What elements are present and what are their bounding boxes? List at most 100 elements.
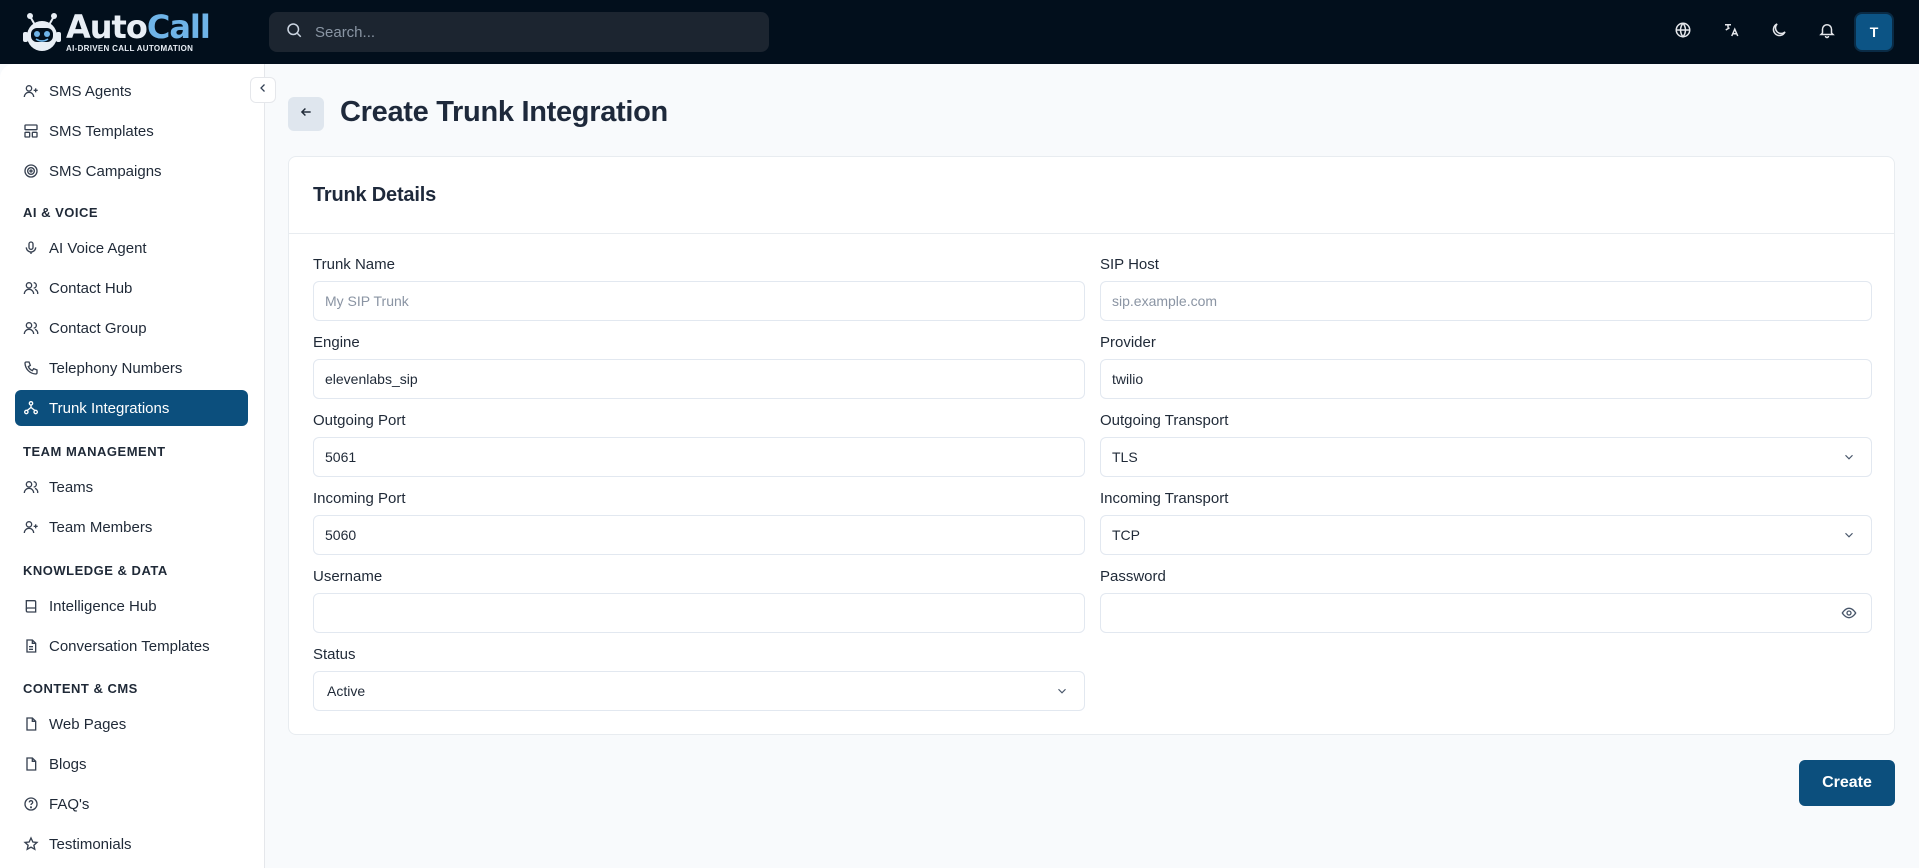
translate-icon [1722, 21, 1740, 44]
sidebar-item-sms-campaigns[interactable]: SMS Campaigns [15, 153, 248, 189]
sidebar-item-label: SMS Agents [49, 82, 132, 100]
sidebar-item-conversation-templates[interactable]: Conversation Templates [15, 628, 248, 664]
sidebar-item-label: Team Members [49, 518, 153, 536]
users-icon [22, 478, 40, 496]
star-icon [22, 835, 40, 853]
user-plus-icon [22, 518, 40, 536]
brand-tagline: AI-DRIVEN CALL AUTOMATION [66, 44, 194, 53]
trunk-name-label: Trunk Name [313, 256, 395, 273]
sidebar-item-contact-hub[interactable]: Contact Hub [15, 270, 248, 306]
sip-host-input[interactable] [1112, 293, 1857, 309]
brand-name: AutoCall [66, 8, 211, 46]
incoming-transport-value: TCP [1112, 527, 1140, 543]
sidebar-item-intelligence-hub[interactable]: Intelligence Hub [15, 588, 248, 624]
sidebar-item-label: Contact Group [49, 319, 147, 337]
engine-label: Engine [313, 334, 360, 351]
notifications-button[interactable] [1803, 8, 1851, 56]
user-plus-icon [22, 82, 40, 100]
incoming-transport-select[interactable]: TCP [1100, 515, 1872, 555]
network-icon [22, 399, 40, 417]
layout-icon [22, 122, 40, 140]
status-label: Status [313, 646, 356, 663]
provider-label: Provider [1100, 334, 1156, 351]
sidebar-item-contact-group[interactable]: Contact Group [15, 310, 248, 346]
password-input[interactable] [1112, 605, 1841, 621]
translate-button[interactable] [1707, 8, 1755, 56]
incoming-transport-label: Incoming Transport [1100, 490, 1229, 507]
sip-host-label: SIP Host [1100, 256, 1159, 273]
book-icon [22, 597, 40, 615]
sidebar-item-label: Testimonials [49, 835, 132, 853]
outgoing-transport-select[interactable]: TLS [1100, 437, 1872, 477]
password-field[interactable] [1100, 593, 1872, 633]
password-label: Password [1100, 568, 1166, 585]
file-icon [22, 715, 40, 733]
trunk-name-field[interactable] [313, 281, 1085, 321]
users-icon [22, 319, 40, 337]
page-title: Create Trunk Integration [340, 96, 668, 128]
moon-icon [1770, 21, 1788, 44]
chevron-down-icon [1054, 683, 1070, 699]
sidebar-item-telephony-numbers[interactable]: Telephony Numbers [15, 350, 248, 386]
sidebar-item-ai-voice-agent[interactable]: AI Voice Agent [15, 230, 248, 266]
card-title: Trunk Details [313, 184, 436, 206]
create-button[interactable]: Create [1799, 760, 1895, 806]
incoming-port-label: Incoming Port [313, 490, 406, 507]
incoming-port-value: 5060 [325, 527, 357, 543]
sidebar-item-label: Web Pages [49, 715, 127, 733]
card-header: Trunk Details [289, 157, 1894, 234]
sidebar-item-label: Blogs [49, 755, 87, 773]
globe-icon [1674, 21, 1692, 44]
status-select[interactable]: Active [313, 671, 1085, 711]
theme-toggle-button[interactable] [1755, 8, 1803, 56]
phone-icon [22, 359, 40, 377]
sidebar-item-blogs[interactable]: Blogs [15, 746, 248, 782]
sidebar-collapse-button[interactable] [250, 77, 276, 103]
back-button[interactable] [288, 97, 324, 131]
mic-icon [22, 239, 40, 257]
sidebar-item-team-members[interactable]: Team Members [15, 509, 248, 545]
eye-icon[interactable] [1841, 605, 1857, 621]
sidebar-item-label: SMS Campaigns [49, 162, 162, 180]
sidebar-item-testimonials[interactable]: Testimonials [15, 826, 248, 862]
sidebar-section-title: AI & VOICE [23, 205, 99, 220]
sidebar-section-title: KNOWLEDGE & DATA [23, 563, 168, 578]
sidebar-item-label: Contact Hub [49, 279, 133, 297]
sidebar-item-teams[interactable]: Teams [15, 469, 248, 505]
engine-field[interactable]: elevenlabs_sip [313, 359, 1085, 399]
sidebar-item-sms-agents[interactable]: SMS Agents [15, 73, 248, 109]
sip-host-field[interactable] [1100, 281, 1872, 321]
bell-icon [1818, 21, 1836, 44]
search-input[interactable] [315, 23, 755, 41]
chevron-down-icon [1841, 449, 1857, 465]
sidebar-item-faqs[interactable]: FAQ's [15, 786, 248, 822]
status-value: Active [327, 683, 366, 699]
outgoing-transport-label: Outgoing Transport [1100, 412, 1229, 429]
top-bar: AutoCall AI-DRIVEN CALL AUTOMATION T [0, 0, 1919, 64]
search-bar[interactable] [269, 12, 769, 52]
outgoing-transport-value: TLS [1112, 449, 1138, 465]
outgoing-port-label: Outgoing Port [313, 412, 406, 429]
language-button[interactable] [1659, 8, 1707, 56]
robot-logo-icon [22, 10, 62, 54]
chevron-down-icon [1841, 527, 1857, 543]
search-icon [285, 21, 303, 44]
app-logo[interactable]: AutoCall AI-DRIVEN CALL AUTOMATION [22, 8, 211, 56]
sidebar-item-label: FAQ's [49, 795, 90, 813]
sidebar-item-sms-templates[interactable]: SMS Templates [15, 113, 248, 149]
provider-field[interactable]: twilio [1100, 359, 1872, 399]
chevron-left-icon [257, 81, 269, 99]
username-input[interactable] [325, 605, 1070, 621]
help-circle-icon [22, 795, 40, 813]
username-field[interactable] [313, 593, 1085, 633]
arrow-left-icon [299, 105, 313, 124]
incoming-port-field[interactable]: 5060 [313, 515, 1085, 555]
sidebar-item-trunk-integrations[interactable]: Trunk Integrations [15, 390, 248, 426]
user-avatar[interactable]: T [1856, 14, 1892, 50]
sidebar-section-title: CONTENT & CMS [23, 681, 138, 696]
sidebar-item-label: AI Voice Agent [49, 239, 147, 257]
trunk-name-input[interactable] [325, 293, 1070, 309]
outgoing-port-field[interactable]: 5061 [313, 437, 1085, 477]
target-icon [22, 162, 40, 180]
sidebar-item-web-pages[interactable]: Web Pages [15, 706, 248, 742]
